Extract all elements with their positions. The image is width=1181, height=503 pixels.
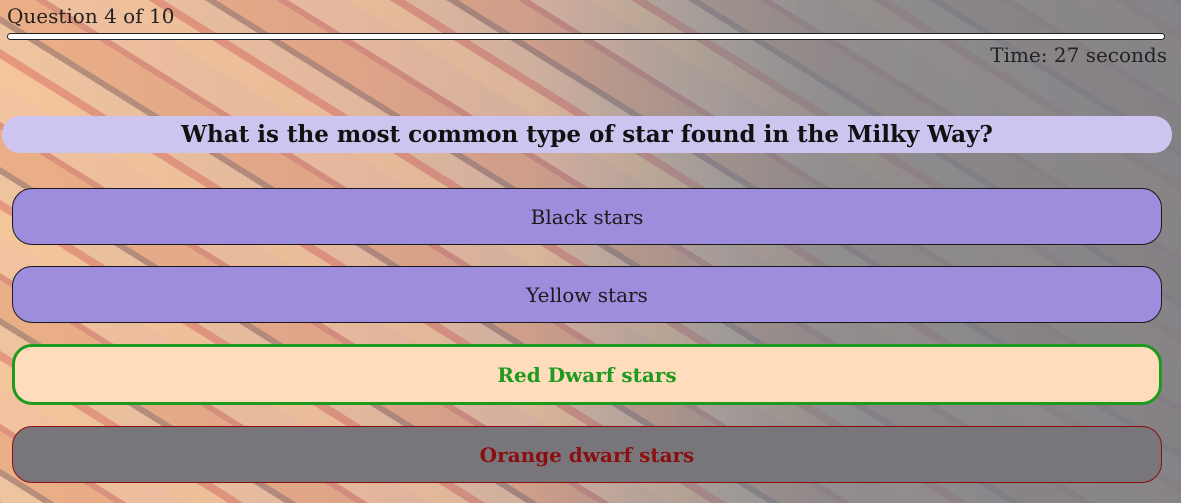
answer-button-red-dwarf-stars[interactable]: Red Dwarf stars: [12, 344, 1162, 405]
answer-button-yellow-stars[interactable]: Yellow stars: [12, 266, 1162, 323]
question-text: What is the most common type of star fou…: [2, 116, 1172, 153]
progress-bar-fill: [8, 34, 1164, 39]
answer-button-orange-dwarf-stars[interactable]: Orange dwarf stars: [12, 426, 1162, 483]
timer: Time: 27 seconds: [990, 43, 1167, 67]
progress-bar: [7, 33, 1165, 40]
quiz-screen: Question 4 of 10 Time: 27 seconds What i…: [0, 0, 1181, 503]
answer-button-black-stars[interactable]: Black stars: [12, 188, 1162, 245]
question-counter: Question 4 of 10: [7, 4, 175, 28]
